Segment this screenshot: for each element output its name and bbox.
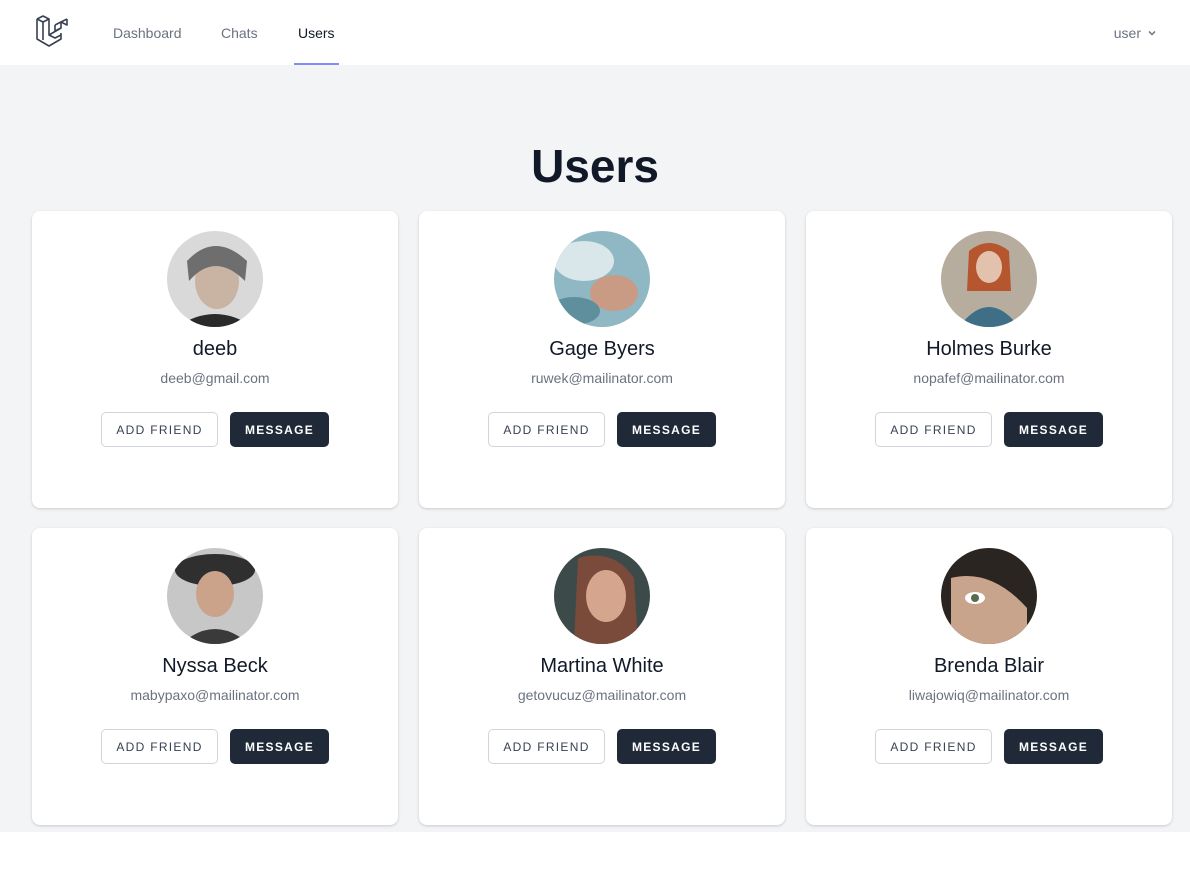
user-email: ruwek@mailinator.com <box>531 370 673 386</box>
user-card: Martina White getovucuz@mailinator.com A… <box>419 528 785 825</box>
chevron-down-icon <box>1147 25 1157 41</box>
user-avatar <box>941 548 1037 644</box>
main-content: Users deeb deeb@gmail.com ADD FRIEND MES… <box>0 65 1190 832</box>
add-friend-button[interactable]: ADD FRIEND <box>488 412 605 447</box>
message-button[interactable]: MESSAGE <box>617 412 716 447</box>
user-card: Nyssa Beck mabypaxo@mailinator.com ADD F… <box>32 528 398 825</box>
laravel-logo-icon[interactable] <box>33 13 69 49</box>
user-avatar <box>167 548 263 644</box>
message-button[interactable]: MESSAGE <box>1004 729 1103 764</box>
user-avatar <box>941 231 1037 327</box>
user-name: Nyssa Beck <box>162 655 268 677</box>
user-name: Martina White <box>540 655 664 677</box>
user-card: Holmes Burke nopafef@mailinator.com ADD … <box>806 211 1172 508</box>
message-button[interactable]: MESSAGE <box>1004 412 1103 447</box>
user-email: getovucuz@mailinator.com <box>517 687 687 703</box>
user-dropdown-label: user <box>1113 24 1141 41</box>
user-dropdown[interactable]: user <box>1114 0 1157 65</box>
user-email: mabypaxo@mailinator.com <box>130 687 300 703</box>
user-email: liwajowiq@mailinator.com <box>908 687 1070 703</box>
user-card: Brenda Blair liwajowiq@mailinator.com AD… <box>806 528 1172 825</box>
message-button[interactable]: MESSAGE <box>230 729 329 764</box>
user-card: deeb deeb@gmail.com ADD FRIEND MESSAGE <box>32 211 398 508</box>
user-avatar <box>554 231 650 327</box>
message-button[interactable]: MESSAGE <box>230 412 329 447</box>
user-name: Brenda Blair <box>933 655 1045 677</box>
user-name: Gage Byers <box>549 338 655 360</box>
user-name: Holmes Burke <box>926 338 1052 360</box>
page-title: Users <box>531 140 659 192</box>
add-friend-button[interactable]: ADD FRIEND <box>875 729 992 764</box>
user-email: deeb@gmail.com <box>160 370 270 386</box>
user-card: Gage Byers ruwek@mailinator.com ADD FRIE… <box>419 211 785 508</box>
nav-link-users[interactable]: Users <box>294 0 339 65</box>
user-avatar <box>167 231 263 327</box>
nav-link-dashboard[interactable]: Dashboard <box>113 0 182 65</box>
top-navigation: Dashboard Chats Users user <box>0 0 1190 65</box>
message-button[interactable]: MESSAGE <box>617 729 716 764</box>
nav-link-chats[interactable]: Chats <box>221 0 258 65</box>
user-email: nopafef@mailinator.com <box>913 370 1065 386</box>
add-friend-button[interactable]: ADD FRIEND <box>488 729 605 764</box>
add-friend-button[interactable]: ADD FRIEND <box>875 412 992 447</box>
user-avatar <box>554 548 650 644</box>
add-friend-button[interactable]: ADD FRIEND <box>101 412 218 447</box>
user-name: deeb <box>192 338 238 360</box>
add-friend-button[interactable]: ADD FRIEND <box>101 729 218 764</box>
